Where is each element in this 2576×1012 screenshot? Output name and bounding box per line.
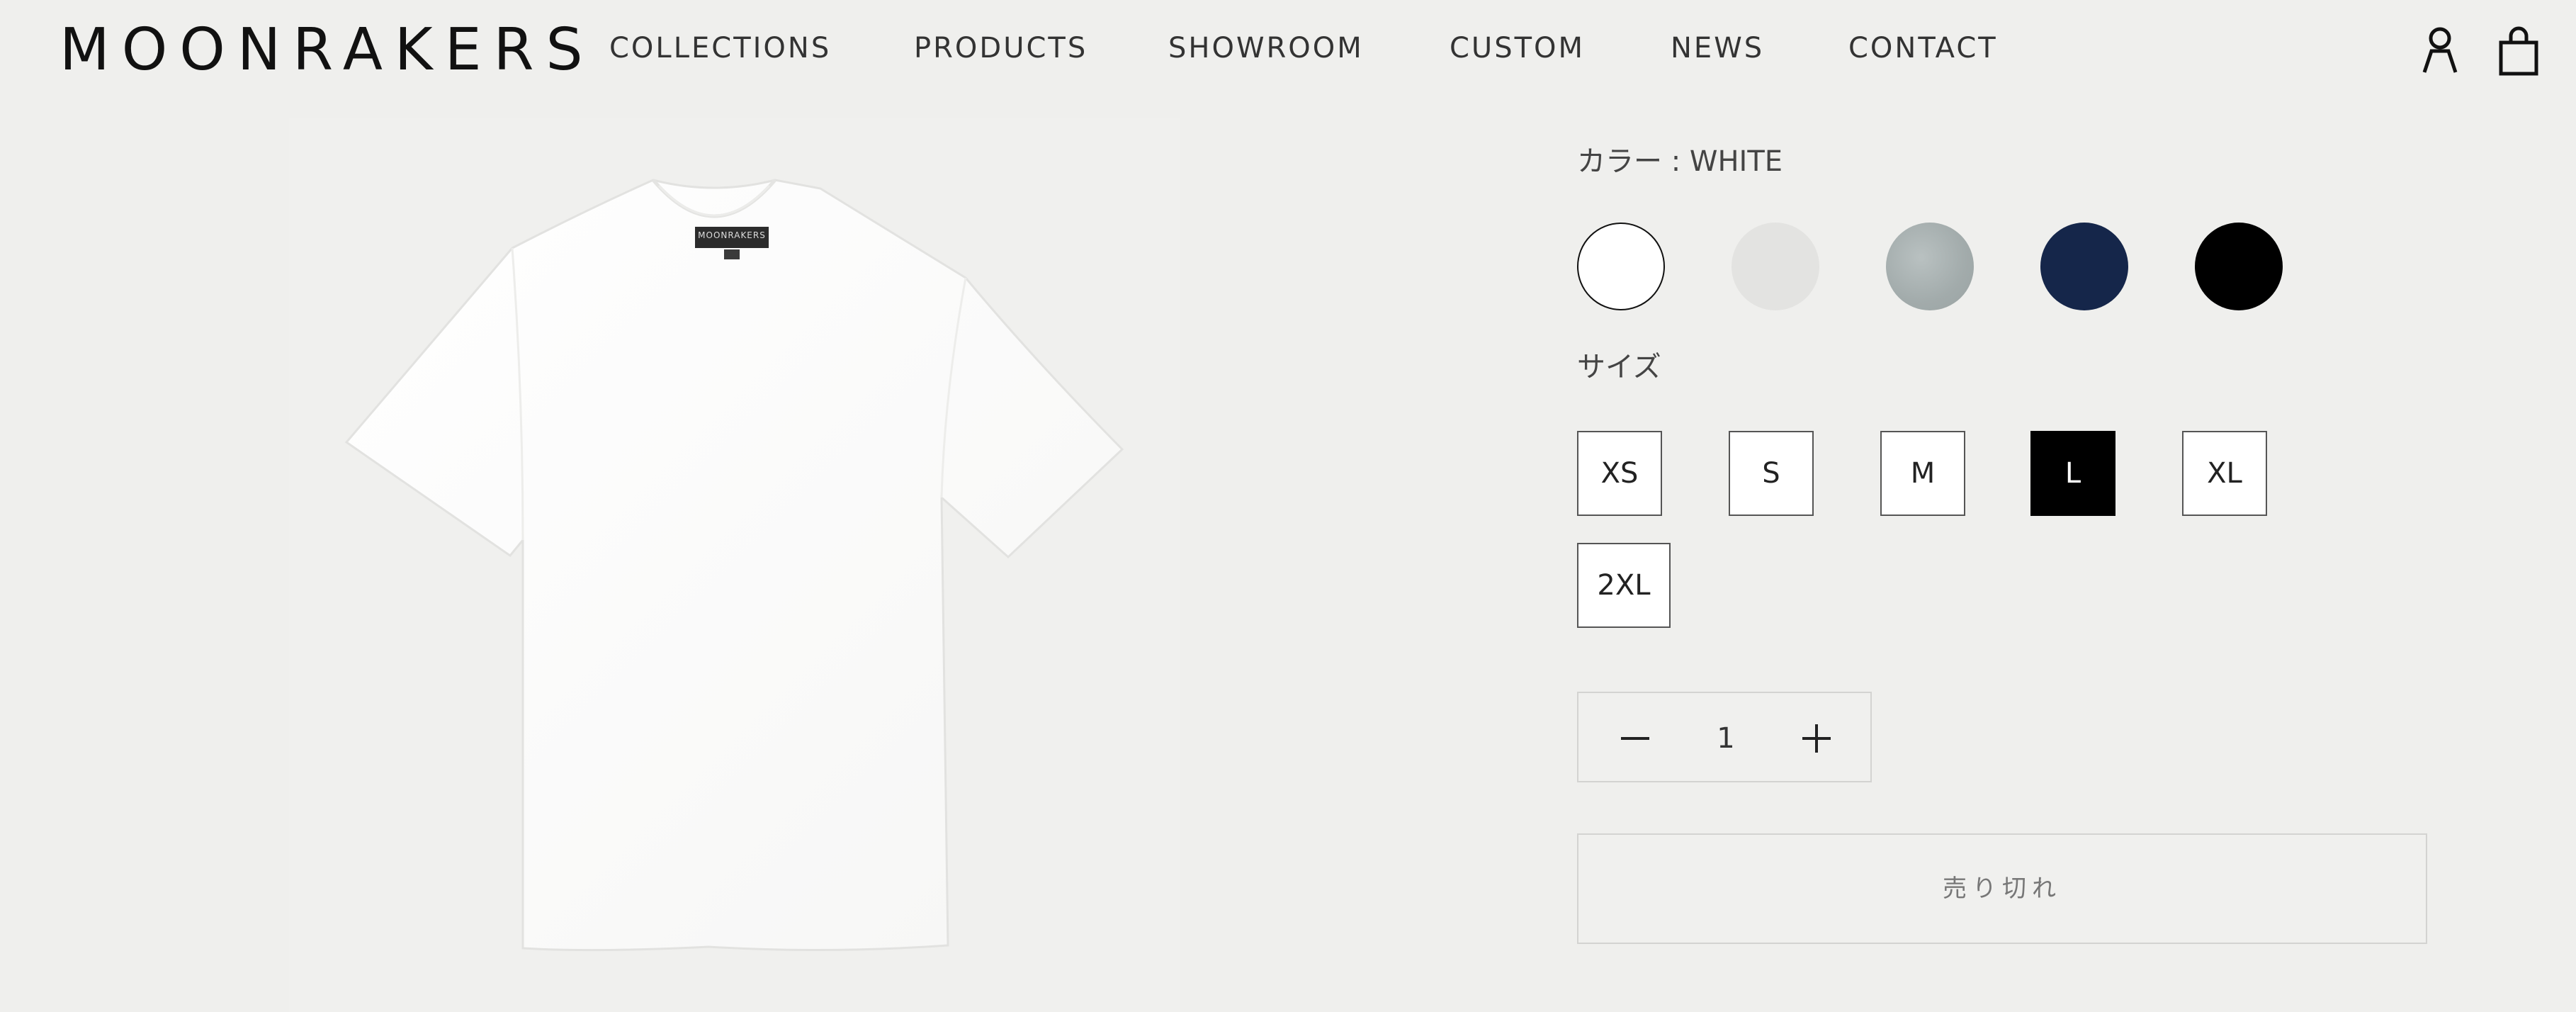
size-xl-button[interactable]: XL bbox=[2182, 431, 2267, 516]
site-logo[interactable]: MOONRAKERS bbox=[60, 18, 595, 82]
size-xs-button[interactable]: XS bbox=[1577, 431, 1662, 516]
swatch-navy[interactable] bbox=[2040, 223, 2128, 310]
account-icon[interactable] bbox=[2417, 24, 2463, 78]
size-l-button[interactable]: L bbox=[2030, 431, 2115, 516]
color-label: カラー : WHITE bbox=[1577, 145, 1783, 178]
nav-showroom[interactable]: SHOWROOM bbox=[1168, 26, 1364, 71]
quantity-stepper: 1 bbox=[1577, 692, 1872, 782]
swatch-light-gray[interactable] bbox=[1732, 223, 1819, 310]
size-2xl-button[interactable]: 2XL bbox=[1577, 543, 1671, 628]
nav-products[interactable]: PRODUCTS bbox=[914, 26, 1088, 71]
plus-icon[interactable] bbox=[1788, 710, 1845, 767]
nav-custom[interactable]: CUSTOM bbox=[1450, 26, 1585, 71]
tshirt-image bbox=[289, 118, 1180, 1012]
size-label: サイズ bbox=[1577, 351, 1661, 383]
site-header: MOONRAKERS COLLECTIONS PRODUCTS SHOWROOM… bbox=[0, 0, 2576, 99]
swatch-white[interactable] bbox=[1577, 223, 1665, 310]
product-image[interactable]: MOONRAKERS bbox=[289, 118, 1180, 1012]
shopping-bag-icon[interactable] bbox=[2496, 24, 2541, 78]
swatch-black[interactable] bbox=[2195, 223, 2283, 310]
sold-out-button[interactable]: 売り切れ bbox=[1577, 833, 2427, 944]
nav-collections[interactable]: COLLECTIONS bbox=[609, 26, 831, 71]
minus-icon[interactable] bbox=[1607, 710, 1663, 767]
tshirt-tag-text: MOONRAKERS bbox=[698, 230, 766, 240]
nav-news[interactable]: NEWS bbox=[1671, 26, 1764, 71]
quantity-value[interactable]: 1 bbox=[1697, 710, 1754, 767]
swatch-heather-gray[interactable] bbox=[1886, 223, 1974, 310]
size-s-button[interactable]: S bbox=[1729, 431, 1814, 516]
size-m-button[interactable]: M bbox=[1880, 431, 1965, 516]
nav-contact[interactable]: CONTACT bbox=[1848, 26, 1998, 71]
